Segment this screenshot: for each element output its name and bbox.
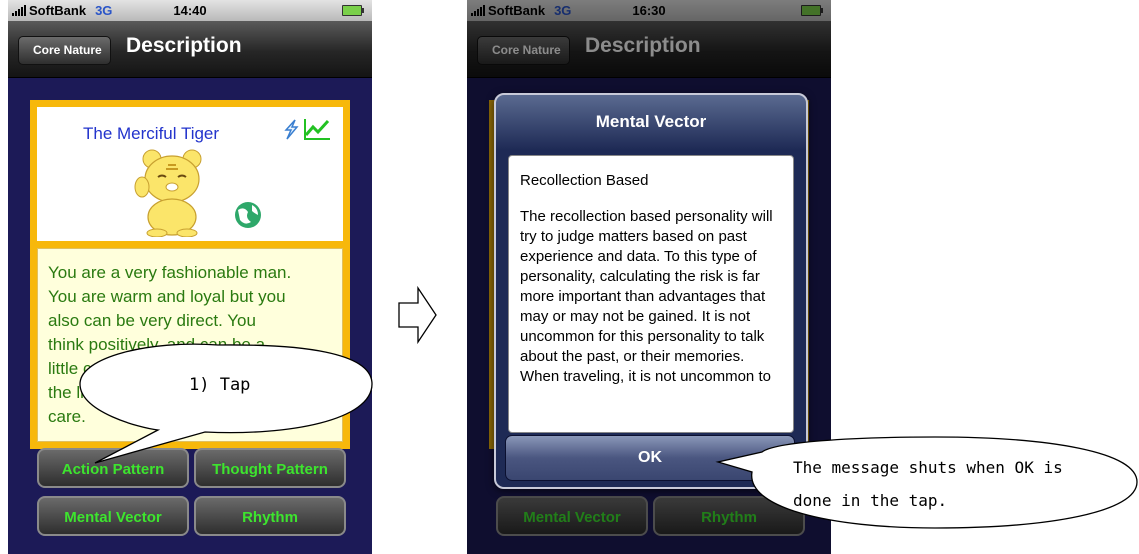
ok-note-line1: The message shuts when OK is (793, 458, 1063, 477)
ok-note-line2: done in the tap. (793, 491, 948, 510)
